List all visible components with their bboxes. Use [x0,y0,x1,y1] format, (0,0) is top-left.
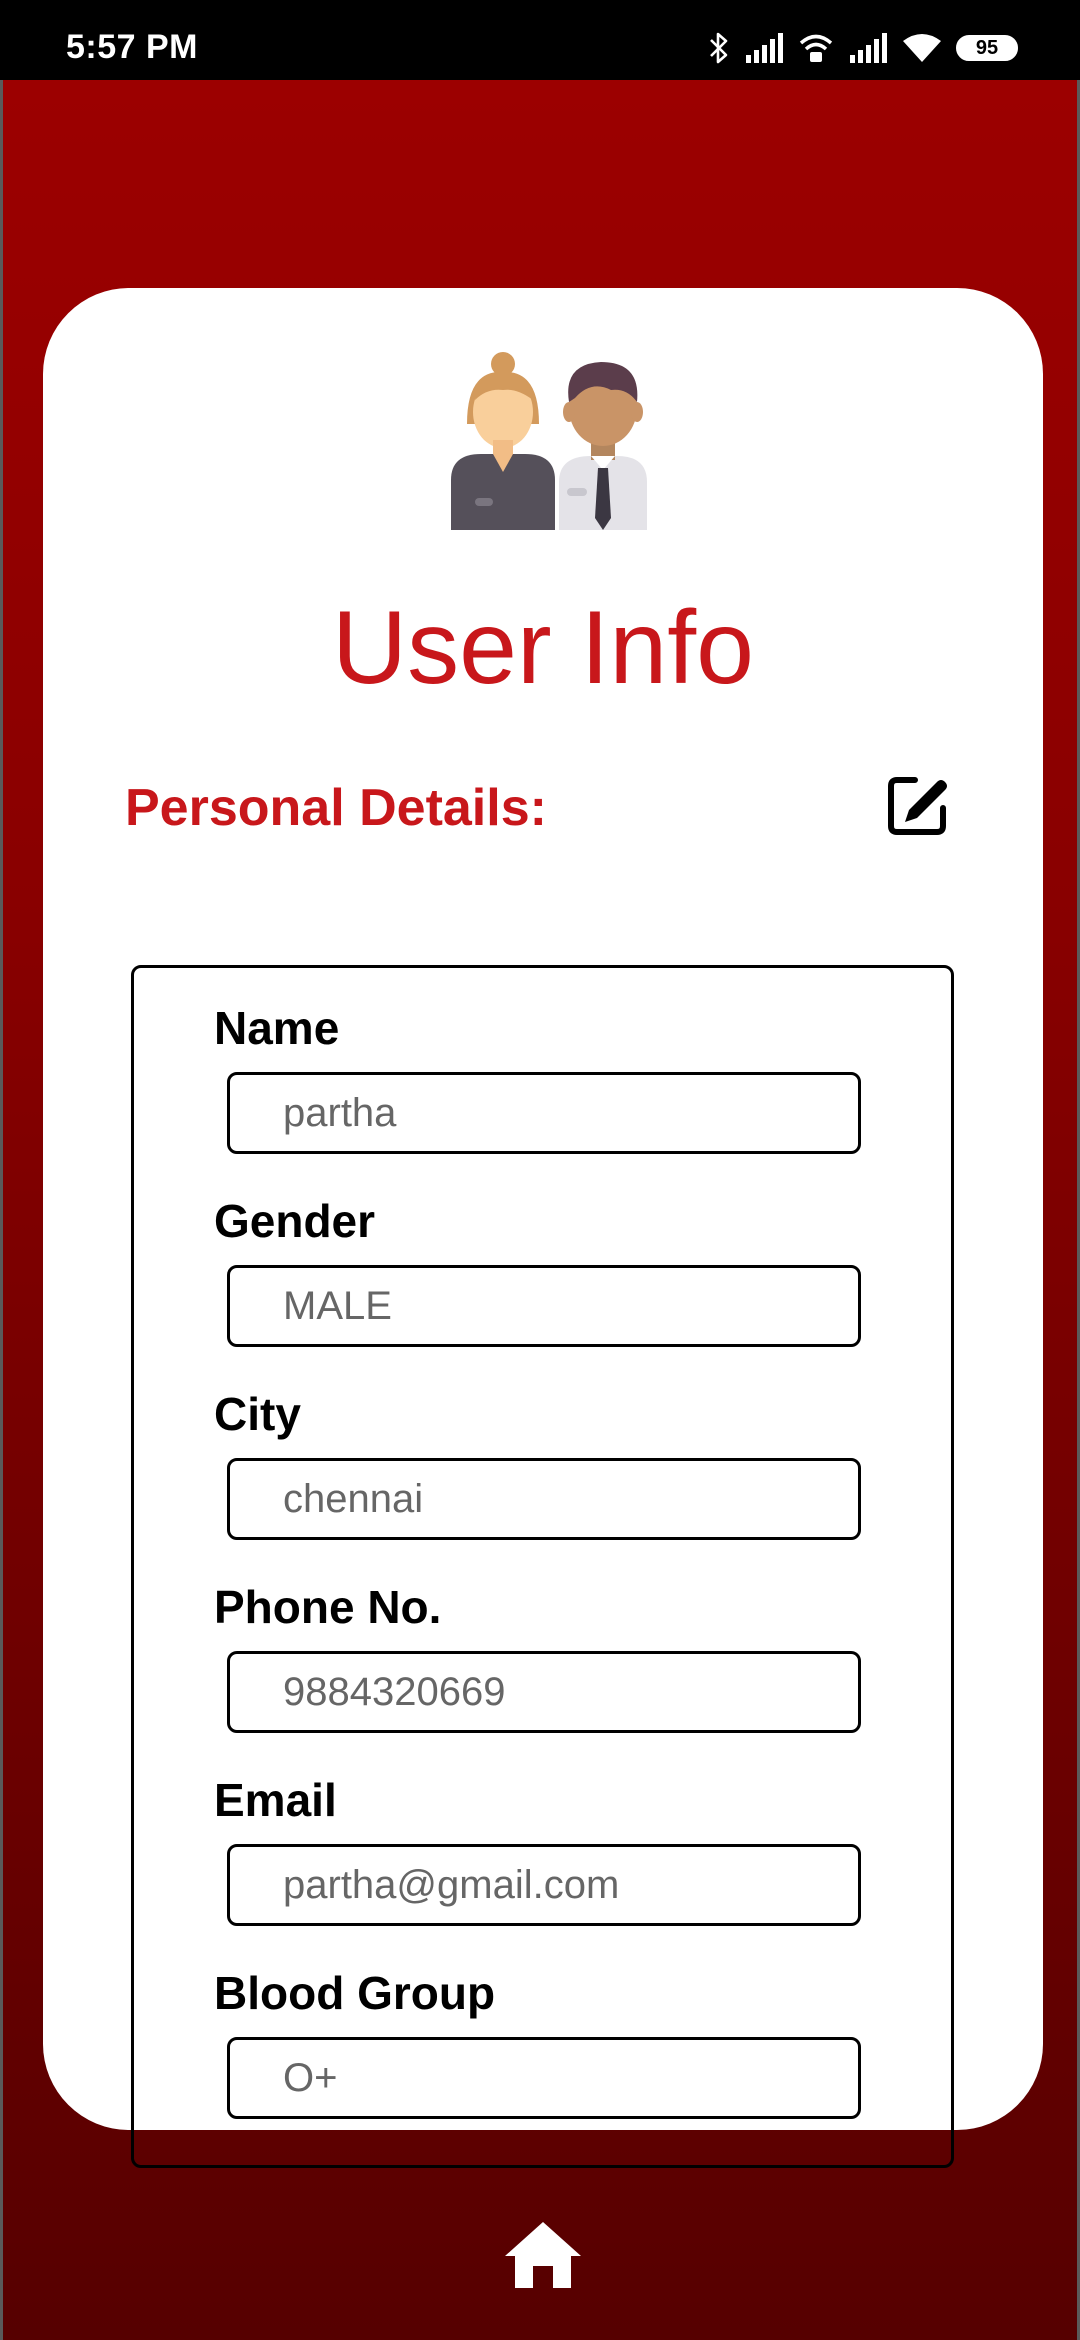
field-label-city: City [214,1388,301,1440]
section-title: Personal Details: [125,779,547,837]
blood-group-field[interactable]: O+ [227,2037,861,2119]
wifi-calling-icon [799,34,833,62]
city-field[interactable]: chennai [227,1458,861,1540]
user-info-card: User Info Personal Details: Name partha … [43,288,1043,2168]
field-label-name: Name [214,1002,340,1054]
app-screen: User Info Personal Details: Name partha … [0,80,1080,2340]
page-title: User Info [332,590,754,706]
edit-icon[interactable] [885,770,953,838]
gender-field[interactable]: MALE [227,1265,861,1347]
phone-field[interactable]: 9884320669 [227,1651,861,1733]
field-label-email: Email [214,1774,337,1826]
status-icons: 95 [708,28,1018,68]
signal-icon [850,33,887,63]
users-icon [451,352,647,530]
status-bar: 5:57 PM 95 [0,0,1080,80]
field-label-gender: Gender [214,1195,376,1247]
personal-details-form: Name partha Gender MALE City chennai Pho… [131,965,954,2168]
email-field[interactable]: partha@gmail.com [227,1844,861,1926]
wifi-icon [903,34,941,62]
name-field[interactable]: partha [227,1072,861,1154]
status-time: 5:57 PM [66,28,198,66]
battery-level: 95 [975,36,999,59]
signal-icon [746,33,783,63]
field-label-phone: Phone No. [214,1581,442,1633]
battery-icon: 95 [956,35,1018,61]
field-label-blood-group: Blood Group [214,1967,496,2019]
bluetooth-icon [710,32,728,64]
home-icon[interactable] [503,2220,583,2290]
